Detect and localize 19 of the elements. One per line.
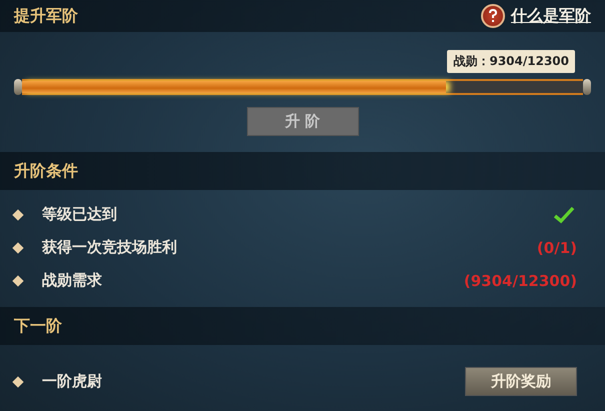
bar-cap (583, 79, 591, 95)
condition-label: 获得一次竞技场胜利 (42, 238, 178, 257)
bullet-icon (12, 274, 24, 286)
condition-status: (9304/12300) (464, 272, 577, 290)
reward-button[interactable]: 升阶奖励 (465, 367, 577, 396)
bullet-icon (12, 376, 24, 388)
section-title: 升阶条件 (14, 160, 78, 182)
bullet-icon (12, 208, 24, 220)
merit-reading: 战勋：9304/12300 (447, 50, 575, 73)
condition-label: 战勋需求 (42, 271, 103, 290)
section-title: 提升军阶 (14, 6, 78, 26)
bar-cap (14, 79, 22, 95)
rank-label: 一阶虎尉 (42, 372, 103, 391)
condition-status: (0/1) (536, 238, 577, 256)
help-icon (481, 4, 505, 28)
help-link[interactable]: 什么是军阶 (481, 4, 591, 28)
condition-label: 等级已达到 (42, 205, 118, 224)
section-title: 下一阶 (14, 316, 62, 336)
bullet-icon (12, 242, 24, 254)
